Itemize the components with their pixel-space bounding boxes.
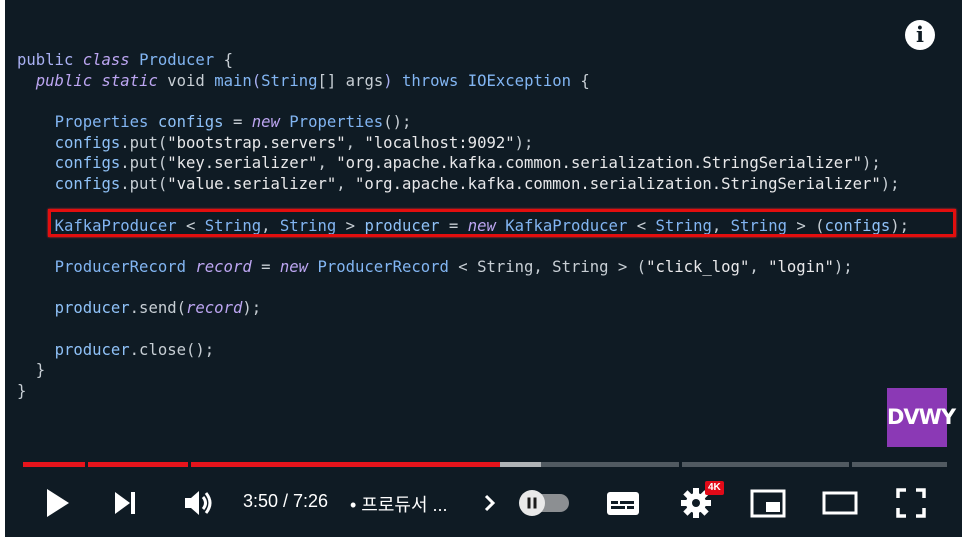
progress-bar[interactable] (23, 462, 947, 467)
miniplayer-icon[interactable] (748, 485, 788, 521)
theater-mode-icon[interactable] (820, 485, 860, 521)
code-line-17: } (17, 382, 27, 400)
chapter-divider (849, 462, 852, 467)
code-line-15: producer.close(); (54, 340, 215, 359)
chapter-divider (188, 462, 191, 467)
code-line-5: configs.put("bootstrap.servers", "localh… (54, 133, 534, 152)
subtitles-icon[interactable] (603, 485, 643, 521)
code-line-4: Properties configs = new Properties(); (54, 113, 412, 132)
chapter-title[interactable]: • 프로듀서 ... (350, 491, 448, 517)
chapter-divider (85, 462, 88, 467)
code-line-7: configs.put("value.serializer", "org.apa… (54, 175, 900, 194)
fullscreen-icon[interactable] (893, 485, 929, 521)
chapter-divider (679, 462, 682, 467)
code-line-1: public class Producer { (17, 51, 233, 69)
code-line-2: public static void main(String[] args) t… (35, 71, 590, 90)
progress-played (23, 462, 500, 467)
quality-badge: 4K (705, 481, 724, 495)
time-display: 3:50 / 7:26 (243, 491, 329, 511)
video-player[interactable]: public class Producer { public static vo… (5, 0, 962, 537)
code-line-11: ProducerRecord record = new ProducerReco… (54, 257, 853, 276)
code-line-6: configs.put("key.serializer", "org.apach… (54, 154, 881, 173)
info-icon[interactable]: i (905, 20, 935, 50)
pause-icon (527, 497, 537, 509)
next-icon[interactable] (111, 485, 141, 521)
code-line-16: } (35, 361, 46, 380)
channel-logo[interactable]: DVWY (887, 388, 956, 447)
autoplay-toggle-knob[interactable] (519, 490, 545, 516)
play-icon[interactable] (43, 485, 73, 521)
chevron-right-icon[interactable] (479, 485, 501, 521)
volume-icon[interactable] (181, 485, 217, 521)
highlight-box (48, 209, 956, 237)
code-line-13: producer.send(record); (54, 299, 262, 318)
